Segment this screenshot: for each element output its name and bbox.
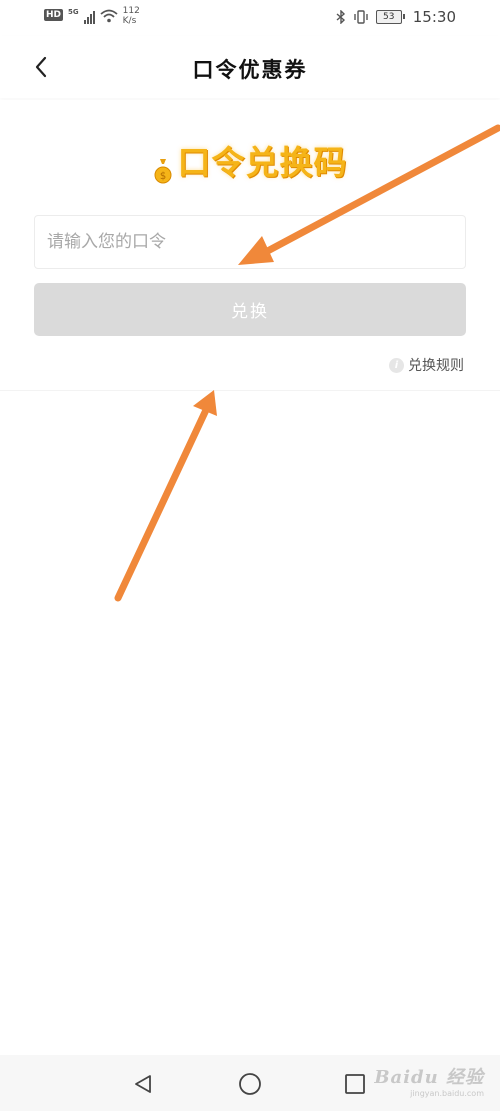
watermark-sub: jingyan.baidu.com xyxy=(410,1089,484,1098)
svg-text:$: $ xyxy=(160,171,166,182)
redeem-button[interactable]: 兑换 xyxy=(34,283,466,336)
battery-level: 53 xyxy=(383,12,395,22)
hd-badge: HD xyxy=(44,9,64,21)
battery-icon: 53 xyxy=(375,10,405,24)
status-time: 15:30 xyxy=(412,8,456,26)
redeem-rules-link[interactable]: i 兑换规则 xyxy=(389,355,464,375)
bluetooth-icon xyxy=(336,10,345,24)
redeem-rules-label: 兑换规则 xyxy=(408,358,464,374)
network-speed: 112 K/s xyxy=(123,6,140,26)
status-bar: HD 5G 112 K/s 53 15:30 xyxy=(0,0,500,36)
signal-type: 5G xyxy=(68,8,79,16)
square-recent-icon xyxy=(345,1074,365,1094)
signal-icon xyxy=(83,10,95,24)
vibrate-icon xyxy=(354,10,368,24)
nav-recent-button[interactable] xyxy=(340,1069,370,1099)
status-left: HD 5G 112 K/s xyxy=(44,6,140,26)
nav-back-button[interactable] xyxy=(128,1069,158,1099)
money-bag-icon: $ xyxy=(154,158,172,183)
watermark: Baidu 经验 jingyan.baidu.com xyxy=(374,1063,484,1098)
banner-title: 口令兑换码 xyxy=(177,143,348,182)
triangle-back-icon xyxy=(135,1075,151,1093)
status-right: 53 15:30 xyxy=(336,8,456,26)
watermark-logo: Baidu 经验 xyxy=(374,1067,484,1088)
redeem-card: $ 口令兑换码 兑换 i 兑换规则 xyxy=(0,100,500,391)
info-icon: i xyxy=(389,357,404,373)
system-nav-bar: Baidu 经验 jingyan.baidu.com xyxy=(0,1055,500,1111)
nav-home-button[interactable] xyxy=(235,1069,265,1099)
network-speed-value: 112 xyxy=(122,6,140,16)
top-bar: 口令优惠券 xyxy=(0,36,500,98)
network-speed-unit: K/s xyxy=(122,16,137,26)
page-title: 口令优惠券 xyxy=(192,58,308,82)
banner: $ 口令兑换码 xyxy=(0,136,500,185)
code-input[interactable] xyxy=(34,215,466,269)
wifi-icon xyxy=(100,9,118,23)
circle-home-icon xyxy=(239,1073,261,1095)
annotation-arrow-to-button xyxy=(114,390,217,602)
